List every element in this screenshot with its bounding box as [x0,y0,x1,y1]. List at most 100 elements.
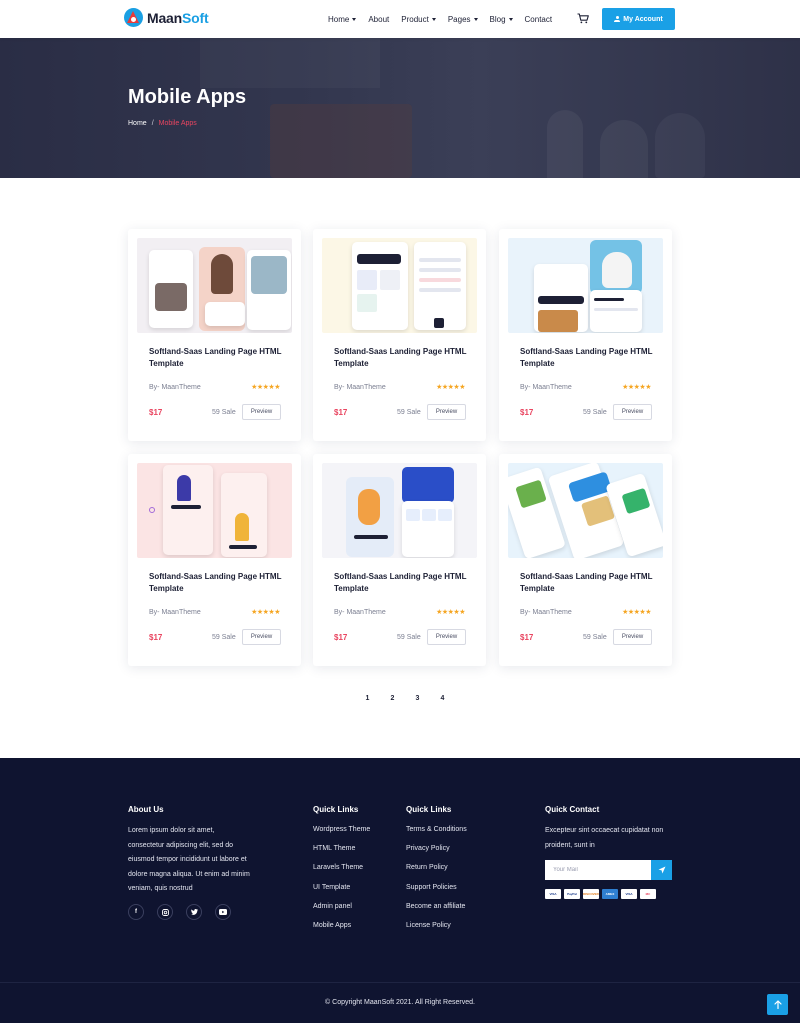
nav-contact[interactable]: Contact [525,15,553,24]
product-sales: 59 Sale [583,409,607,416]
facebook-icon[interactable]: f [128,904,144,920]
footer-link[interactable]: Support Policies [406,884,467,903]
product-price: $17 [149,633,163,642]
preview-button[interactable]: Preview [427,629,466,645]
nav-blog[interactable]: Blog [490,15,513,24]
product-thumbnail[interactable] [508,463,663,558]
product-author: By- MaanTheme [334,384,386,391]
rating-stars: ★★★★★ [436,609,465,616]
product-card[interactable]: Softland-Saas Landing Page HTML Template… [313,229,486,441]
preview-button[interactable]: Preview [242,629,281,645]
product-thumbnail[interactable] [322,238,477,333]
product-title[interactable]: Softland-Saas Landing Page HTML Template [520,571,660,595]
user-icon [614,16,621,22]
youtube-icon[interactable] [215,904,231,920]
site-footer: About Us Lorem ipsum dolor sit amet, con… [0,758,800,1023]
page-3-link[interactable]: 3 [405,695,430,702]
footer-link[interactable]: Wordpress Theme [313,826,370,845]
nav-about[interactable]: About [368,15,389,24]
quick-links-list-1: Wordpress Theme HTML Theme Laravels Them… [313,826,370,941]
caret-down-icon [508,17,513,21]
product-price: $17 [520,633,534,642]
product-title[interactable]: Softland-Saas Landing Page HTML Template [149,571,289,595]
footer-link[interactable]: UI Template [313,884,370,903]
product-price: $17 [520,408,534,417]
breadcrumb-current: Mobile Apps [158,120,197,127]
product-card[interactable]: Softland-Saas Landing Page HTML Template… [128,229,301,441]
product-thumbnail[interactable] [322,463,477,558]
footer-link[interactable]: Mobile Apps [313,922,370,941]
caret-down-icon [473,17,478,21]
rating-stars: ★★★★★ [436,384,465,391]
breadcrumb-separator: / [151,120,154,127]
mail-input[interactable] [545,860,651,880]
product-sales: 59 Sale [212,634,236,641]
product-thumbnail[interactable] [508,238,663,333]
preview-button[interactable]: Preview [242,404,281,420]
discover-icon: DISCOVER [583,889,599,899]
back-to-top-button[interactable] [767,994,788,1015]
caret-down-icon [431,17,436,21]
product-card[interactable]: Softland-Saas Landing Page HTML Template… [499,454,672,666]
page-2-link[interactable]: 2 [380,695,405,702]
cart-icon[interactable] [577,13,589,24]
arrow-up-icon [773,1000,782,1009]
footer-link[interactable]: Terms & Conditions [406,826,467,845]
breadcrumb-home[interactable]: Home [128,120,147,127]
product-title[interactable]: Softland-Saas Landing Page HTML Template [334,571,474,595]
instagram-icon[interactable] [157,904,173,920]
product-card[interactable]: Softland-Saas Landing Page HTML Template… [128,454,301,666]
nav-home[interactable]: Home [328,15,357,24]
product-title[interactable]: Softland-Saas Landing Page HTML Template [149,346,289,370]
rating-stars: ★★★★★ [622,609,651,616]
caret-down-icon [352,17,357,21]
product-author: By- MaanTheme [520,384,572,391]
logo[interactable]: MaanSoft [124,8,209,27]
product-author: By- MaanTheme [520,609,572,616]
contact-text: Excepteur sint occaecat cupidatat non pr… [545,827,664,849]
footer-link[interactable]: Return Policy [406,864,467,883]
about-text: Lorem ipsum dolor sit amet, consectetur … [128,827,250,892]
logo-text: MaanSoft [147,9,209,26]
product-price: $17 [334,633,348,642]
send-button[interactable] [651,860,672,880]
mastercard-icon: MC [640,889,656,899]
product-card[interactable]: Softland-Saas Landing Page HTML Template… [313,454,486,666]
page-4-link[interactable]: 4 [430,695,455,702]
product-title[interactable]: Softland-Saas Landing Page HTML Template [520,346,660,370]
send-icon [658,866,665,874]
product-author: By- MaanTheme [149,384,201,391]
quick-contact-heading: Quick Contact [545,805,600,814]
amex-icon: AMEX [602,889,618,899]
nav-pages[interactable]: Pages [448,15,478,24]
product-card[interactable]: Softland-Saas Landing Page HTML Template… [499,229,672,441]
footer-link[interactable]: Privacy Policy [406,845,467,864]
product-author: By- MaanTheme [149,609,201,616]
product-price: $17 [334,408,348,417]
footer-link[interactable]: Become an affiliate [406,903,467,922]
nav-product[interactable]: Product [401,15,436,24]
page-1-link[interactable]: 1 [355,695,380,702]
footer-link[interactable]: License Policy [406,922,467,941]
product-sales: 59 Sale [397,409,421,416]
footer-link[interactable]: Admin panel [313,903,370,922]
rating-stars: ★★★★★ [622,384,651,391]
product-sales: 59 Sale [583,634,607,641]
quick-links-list-2: Terms & Conditions Privacy Policy Return… [406,826,467,941]
footer-link[interactable]: Laravels Theme [313,864,370,883]
page-hero: Mobile Apps Home / Mobile Apps [0,38,800,178]
product-sales: 59 Sale [397,634,421,641]
product-title[interactable]: Softland-Saas Landing Page HTML Template [334,346,474,370]
product-thumbnail[interactable] [137,238,292,333]
preview-button[interactable]: Preview [613,629,652,645]
footer-link[interactable]: HTML Theme [313,845,370,864]
preview-button[interactable]: Preview [427,404,466,420]
paypal-icon: PayPal [564,889,580,899]
footer-divider [0,982,800,983]
rating-stars: ★★★★★ [251,384,280,391]
preview-button[interactable]: Preview [613,404,652,420]
twitter-icon[interactable] [186,904,202,920]
main-nav: Home About Product Pages Blog Contact [328,0,552,38]
my-account-button[interactable]: My Account [602,8,675,30]
product-thumbnail[interactable] [137,463,292,558]
